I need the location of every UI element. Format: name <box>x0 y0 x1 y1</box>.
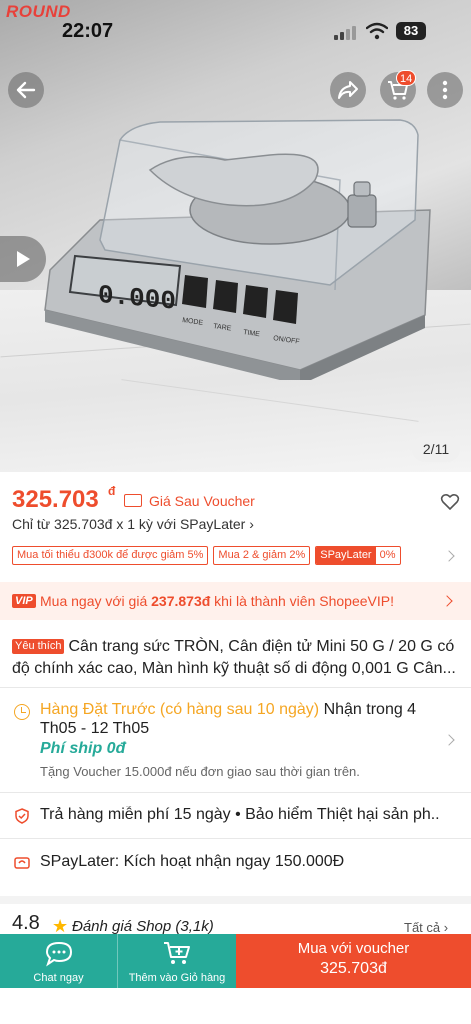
product-title: Yêu thích Cân trang sức TRÒN, Cân điện tử… <box>12 636 462 680</box>
arrow-left-icon <box>16 81 36 99</box>
see-all-reviews-link[interactable]: Tất cả › <box>404 920 448 935</box>
favorite-tag: Yêu thích <box>12 639 65 654</box>
status-bar: ROUND 22:07 83 <box>0 0 471 60</box>
buy-button-price: 325.703đ <box>320 960 387 977</box>
product-image-carousel[interactable]: 0.000 MODE TARE TIME ON/OFF ROUND 22:07 <box>0 0 471 472</box>
spaylater-tag-name: SPayLater <box>316 547 376 564</box>
shipping-fee: Phí ship 0đ <box>40 740 126 757</box>
wifi-icon <box>366 22 388 40</box>
add-to-cart-label: Thêm vào Giỏ hàng <box>128 972 226 984</box>
bottom-action-bar: Chat ngay Thêm vào Giỏ hàng Mua với vouc… <box>0 934 471 988</box>
add-to-cart-icon <box>164 942 190 964</box>
shopee-vip-banner[interactable]: VIP Mua ngay với giá 237.873đ khi là thà… <box>0 582 471 620</box>
back-button[interactable] <box>8 72 44 108</box>
voucher-icon <box>124 494 142 507</box>
home-indicator-area <box>0 988 471 1024</box>
shipping-note: Tặng Voucher 15.000đ nếu đơn giao sau th… <box>40 764 360 779</box>
signal-icon <box>334 24 360 40</box>
spaylater-icon <box>14 857 30 869</box>
price-amount: 325.703 <box>12 486 99 513</box>
share-button[interactable] <box>330 72 366 108</box>
chevron-right-icon <box>443 734 455 746</box>
play-icon <box>17 251 30 267</box>
chat-now-button[interactable]: Chat ngay <box>0 934 118 988</box>
spaylater-tag: SPayLater 0% <box>315 546 401 565</box>
play-video-button[interactable] <box>0 236 46 282</box>
price-row: 325.703 đ Giá Sau Voucher <box>12 484 462 518</box>
share-icon <box>338 81 358 99</box>
battery-indicator: 83 <box>396 22 426 40</box>
more-button[interactable] <box>427 72 463 108</box>
chat-now-label: Chat ngay <box>33 972 84 984</box>
more-vertical-icon <box>442 80 448 100</box>
spaylater-installment-link[interactable]: Chỉ từ 325.703đ x 1 kỳ với SPayLater › <box>12 516 254 532</box>
spaylater-tag-rate: 0% <box>379 549 396 561</box>
vip-text: Mua ngay với giá 237.873đ khi là thành v… <box>40 593 394 609</box>
chat-icon <box>45 941 73 967</box>
vip-badge: VIP <box>12 594 36 608</box>
heart-icon[interactable] <box>440 492 460 512</box>
chevron-right-icon <box>443 550 455 562</box>
promo-tags[interactable]: Mua tối thiểu đ300k để được giảm 5% Mua … <box>12 546 401 566</box>
image-counter: 2/11 <box>412 436 460 462</box>
product-photo-scale: 0.000 MODE TARE TIME ON/OFF <box>44 119 431 380</box>
rating-label: Đánh giá Shop (3,1k) <box>72 918 214 935</box>
chevron-right-icon <box>441 595 453 607</box>
shop-rating-row[interactable]: 4.8 ★ Đánh giá Shop (3,1k) Tất cả › <box>12 912 462 936</box>
product-title-text: Cân trang sức TRÒN, Cân điện tử Mini 50 … <box>12 638 456 677</box>
status-time: 22:07 <box>62 20 114 42</box>
price-currency: đ <box>108 484 116 498</box>
clock-icon <box>14 704 30 720</box>
promo-tag-buy2: Mua 2 & giảm 2% <box>213 546 311 565</box>
buy-with-voucher-button[interactable]: Mua với voucher 325.703đ <box>236 934 471 988</box>
rating-score: 4.8 <box>12 912 40 934</box>
brand-watermark: ROUND <box>6 2 71 21</box>
shipping-title: Hàng Đặt Trước (có hàng sau 10 ngày) Nhậ… <box>40 701 417 737</box>
voucher-price-label: Giá Sau Voucher <box>149 493 255 509</box>
product-page: 0.000 MODE TARE TIME ON/OFF ROUND 22:07 <box>0 0 471 1024</box>
buy-button-line1: Mua với voucher <box>297 940 410 957</box>
spaylater-activation-text: SPayLater: Kích hoạt nhận ngay 150.000Đ <box>40 853 345 870</box>
star-icon: ★ <box>52 916 69 936</box>
shield-check-icon <box>15 808 29 824</box>
add-to-cart-button[interactable]: Thêm vào Giỏ hàng <box>118 934 236 988</box>
guarantee-text: Trả hàng miễn phí 15 ngày • Bảo hiểm Thi… <box>40 806 440 823</box>
promo-tag-min-order: Mua tối thiểu đ300k để được giảm 5% <box>12 546 209 565</box>
cart-count-badge: 14 <box>396 70 417 86</box>
